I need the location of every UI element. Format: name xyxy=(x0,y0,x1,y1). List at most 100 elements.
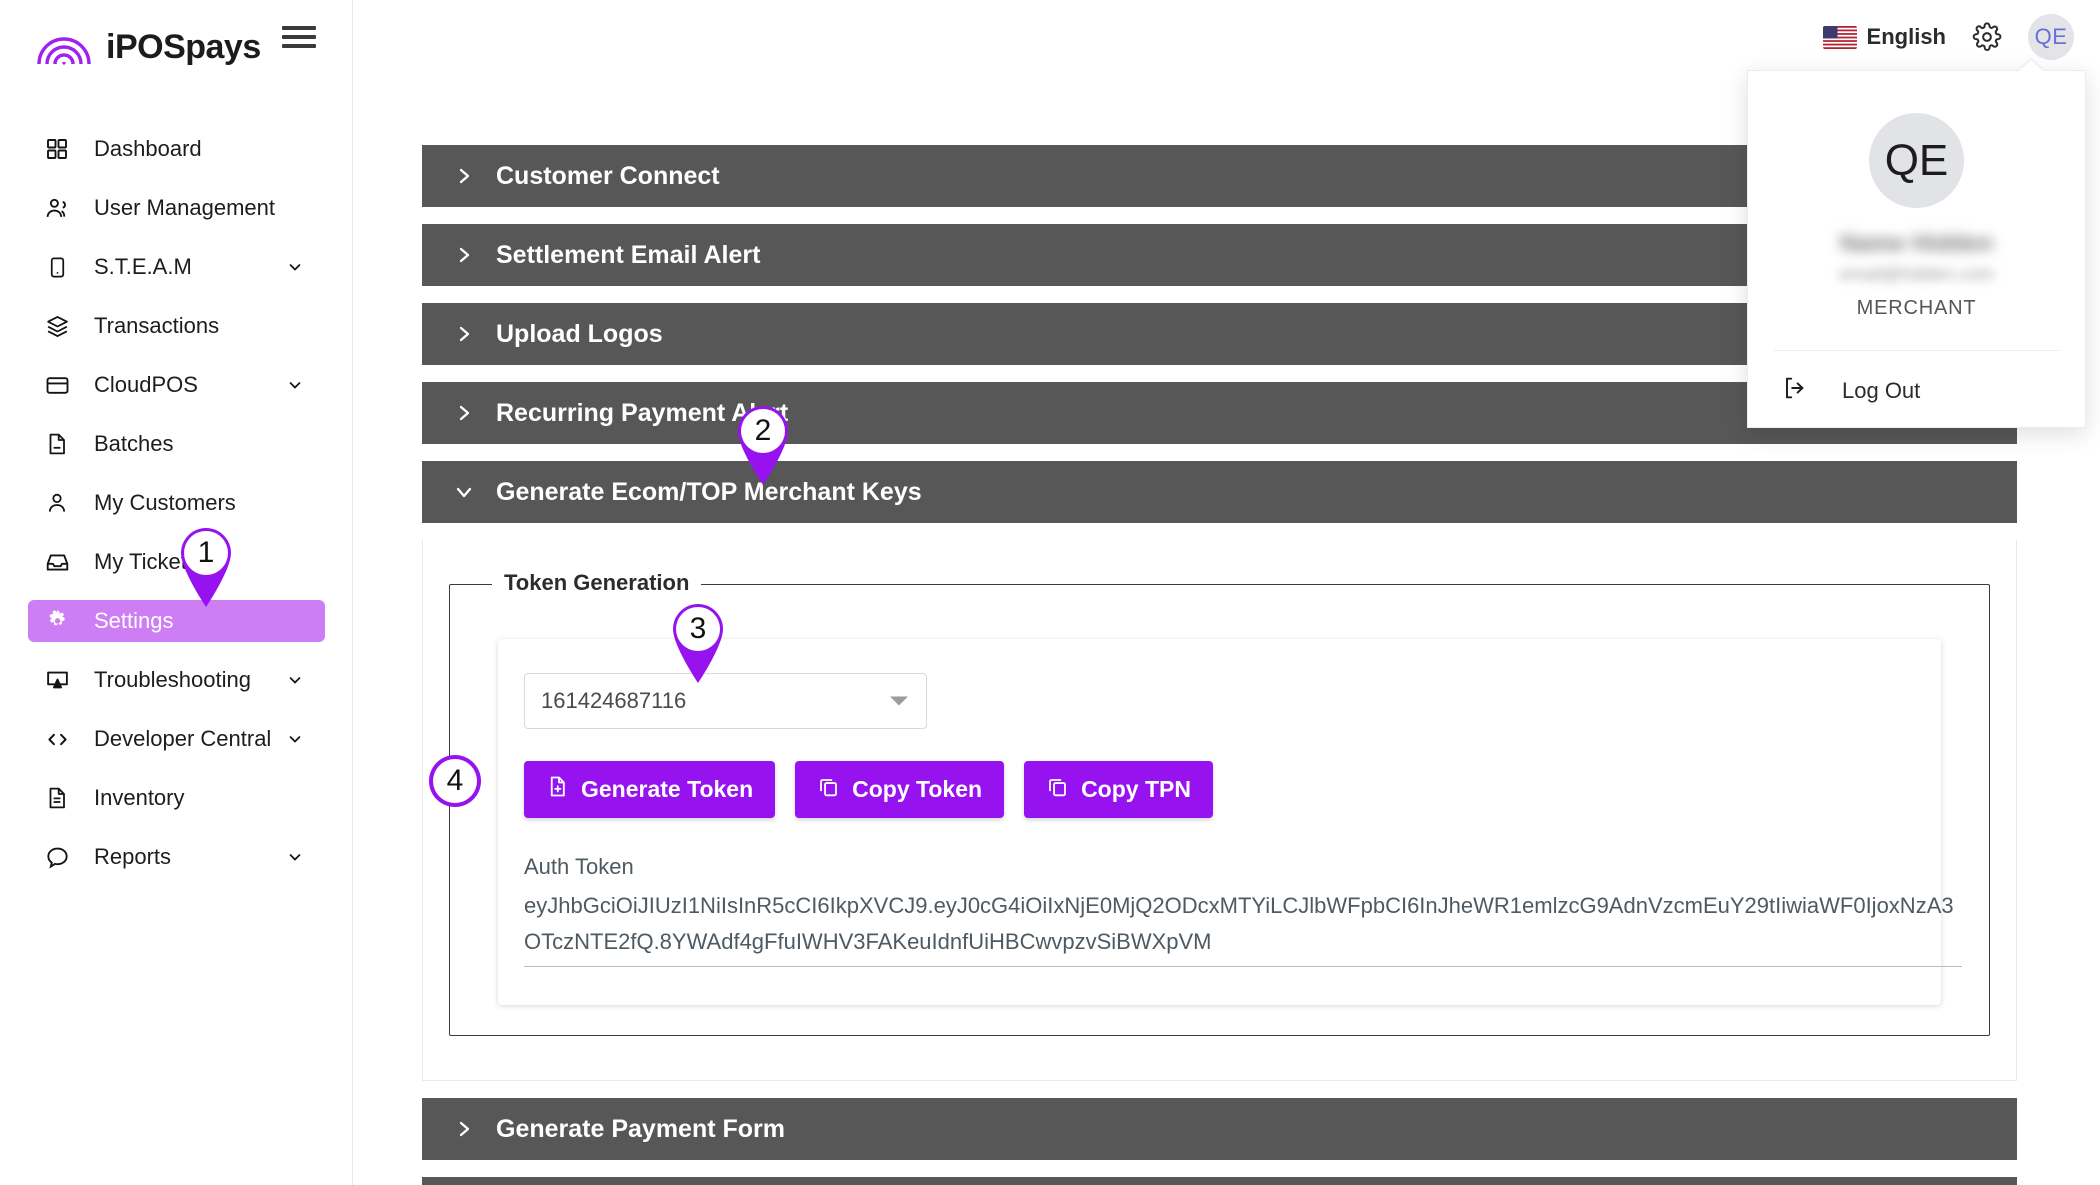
auth-token-value[interactable]: eyJhbGciOiJIUzI1NiIsInR5cCI6IkpXVCJ9.eyJ… xyxy=(524,888,1962,967)
logout-label: Log Out xyxy=(1842,377,1921,403)
sidebar-item-label: Batches xyxy=(94,431,174,456)
accordion-integrate-with-quickbooks[interactable]: Integrate with QuickBooks xyxy=(422,1177,2017,1185)
user-menu-email: email@hidden.com xyxy=(1839,264,1994,284)
user-menu-name: Name Hidden xyxy=(1839,230,1994,257)
sidebar-item-settings[interactable]: Settings xyxy=(28,600,325,642)
button-label: Copy Token xyxy=(852,776,983,802)
sidebar-item-label: My Customers xyxy=(94,490,236,515)
sidebar-item-label: CloudPOS xyxy=(94,372,198,397)
sidebar-item-label: S.T.E.A.M xyxy=(94,254,192,279)
top-header: English QE xyxy=(353,0,2100,73)
screen-share-icon xyxy=(42,667,72,693)
layers-icon xyxy=(42,313,72,339)
document-lines-icon xyxy=(42,785,72,811)
sidebar: iPOSpays Dashboard User Management S.T.E… xyxy=(0,0,353,1185)
sidebar-item-dashboard[interactable]: Dashboard xyxy=(28,128,325,170)
inbox-icon xyxy=(42,549,72,575)
generate-token-button[interactable]: Generate Token xyxy=(524,761,776,818)
sidebar-item-steam[interactable]: S.T.E.A.M xyxy=(28,246,325,288)
sidebar-item-developer-central[interactable]: Developer Central xyxy=(28,718,325,760)
chevron-down-icon xyxy=(454,482,474,502)
sidebar-item-label: Inventory xyxy=(94,785,185,810)
copy-icon xyxy=(817,775,840,804)
sidebar-item-label: My Tickets xyxy=(94,549,198,574)
accordion-title: Upload Logos xyxy=(496,319,663,348)
grid-icon xyxy=(42,136,72,162)
button-label: Copy TPN xyxy=(1081,776,1191,802)
accordion-title: Recurring Payment Alert xyxy=(496,398,789,427)
chevron-right-icon xyxy=(454,166,474,186)
chevron-right-icon xyxy=(454,324,474,344)
sidebar-item-batches[interactable]: Batches xyxy=(28,423,325,465)
accordion-generate-ecom-top-merchant-keys[interactable]: Generate Ecom/TOP Merchant Keys xyxy=(422,461,2017,523)
chevron-right-icon xyxy=(454,245,474,265)
file-plus-icon xyxy=(546,775,569,804)
chevron-down-icon xyxy=(287,259,303,275)
brand-name: iPOSpays xyxy=(106,28,261,66)
token-generation-panel: Token Generation 161424687116 Generate T… xyxy=(422,540,2017,1081)
copy-tpn-button[interactable]: Copy TPN xyxy=(1024,761,1213,818)
sidebar-item-inventory[interactable]: Inventory xyxy=(28,777,325,819)
sidebar-item-cloudpos[interactable]: CloudPOS xyxy=(28,364,325,406)
accordion-title: Customer Connect xyxy=(496,161,720,190)
avatar[interactable]: QE xyxy=(2028,14,2074,60)
gear-flower-icon xyxy=(42,608,72,634)
sidebar-item-label: Troubleshooting xyxy=(94,667,251,692)
language-selector[interactable]: English xyxy=(1822,24,1946,50)
brand: iPOSpays xyxy=(36,28,261,67)
auth-token-label: Auth Token xyxy=(524,854,634,879)
sidebar-item-label: Developer Central xyxy=(94,726,272,751)
logout-icon xyxy=(1782,375,1808,406)
button-label: Generate Token xyxy=(581,776,754,802)
sidebar-item-label: Settings xyxy=(94,608,174,633)
app-root: iPOSpays Dashboard User Management S.T.E… xyxy=(0,0,2100,1185)
gear-icon[interactable] xyxy=(1968,18,2006,56)
token-generation-fieldset: Token Generation 161424687116 Generate T… xyxy=(449,570,1990,1036)
accordion-generate-payment-form[interactable]: Generate Payment Form xyxy=(422,1098,2017,1160)
language-label: English xyxy=(1866,24,1946,49)
mobile-device-icon xyxy=(42,254,72,280)
chat-bubble-icon xyxy=(42,844,72,870)
sidebar-item-troubleshooting[interactable]: Troubleshooting xyxy=(28,659,325,701)
token-action-buttons: Generate Token Copy Token Copy TPN xyxy=(524,761,1915,818)
chevron-down-icon xyxy=(287,672,303,688)
accordion-title: Generate Payment Form xyxy=(496,1114,785,1143)
tpn-select-value: 161424687116 xyxy=(541,688,687,713)
sidebar-item-label: User Management xyxy=(94,195,275,220)
us-flag-icon xyxy=(1822,25,1857,49)
user-menu-role: MERCHANT xyxy=(1856,297,1977,319)
copy-icon xyxy=(1046,775,1069,804)
user-menu-avatar: QE xyxy=(1869,113,1964,208)
sidebar-item-label: Reports xyxy=(94,844,172,869)
user-menu-dropdown: QE Name Hidden email@hidden.com MERCHANT… xyxy=(1747,70,2086,428)
sidebar-item-label: Dashboard xyxy=(94,136,202,161)
header-right-controls: English QE xyxy=(1822,14,2074,60)
sidebar-item-my-customers[interactable]: My Customers xyxy=(28,482,325,524)
sidebar-item-reports[interactable]: Reports xyxy=(28,836,325,878)
chevron-right-icon xyxy=(454,403,474,423)
chevron-down-icon xyxy=(890,696,908,706)
tpn-select[interactable]: 161424687116 xyxy=(524,673,927,729)
sidebar-item-user-management[interactable]: User Management xyxy=(28,187,325,229)
chevron-down-icon xyxy=(287,731,303,747)
sidebar-item-label: Transactions xyxy=(94,313,220,338)
chevron-down-icon xyxy=(287,377,303,393)
person-icon xyxy=(42,490,72,516)
chevron-down-icon xyxy=(287,849,303,865)
hamburger-icon[interactable] xyxy=(282,22,316,52)
file-minus-icon xyxy=(42,431,72,457)
sidebar-nav: Dashboard User Management S.T.E.A.M Tran… xyxy=(0,128,353,895)
chevron-right-icon xyxy=(454,1119,474,1139)
copy-token-button[interactable]: Copy Token xyxy=(795,761,1005,818)
rainbow-arc-logo-icon xyxy=(36,29,92,67)
credit-card-icon xyxy=(42,372,72,398)
logout-button[interactable]: Log Out xyxy=(1748,351,2085,406)
fieldset-legend: Token Generation xyxy=(492,570,702,596)
sidebar-item-transactions[interactable]: Transactions xyxy=(28,305,325,347)
code-brackets-icon xyxy=(42,726,72,752)
token-generation-card: 161424687116 Generate Token Copy Token C… xyxy=(498,639,1962,1005)
accordion-title: Generate Ecom/TOP Merchant Keys xyxy=(496,477,922,506)
users-icon xyxy=(42,195,72,221)
sidebar-item-my-tickets[interactable]: My Tickets xyxy=(28,541,325,583)
accordion-title: Settlement Email Alert xyxy=(496,240,761,269)
